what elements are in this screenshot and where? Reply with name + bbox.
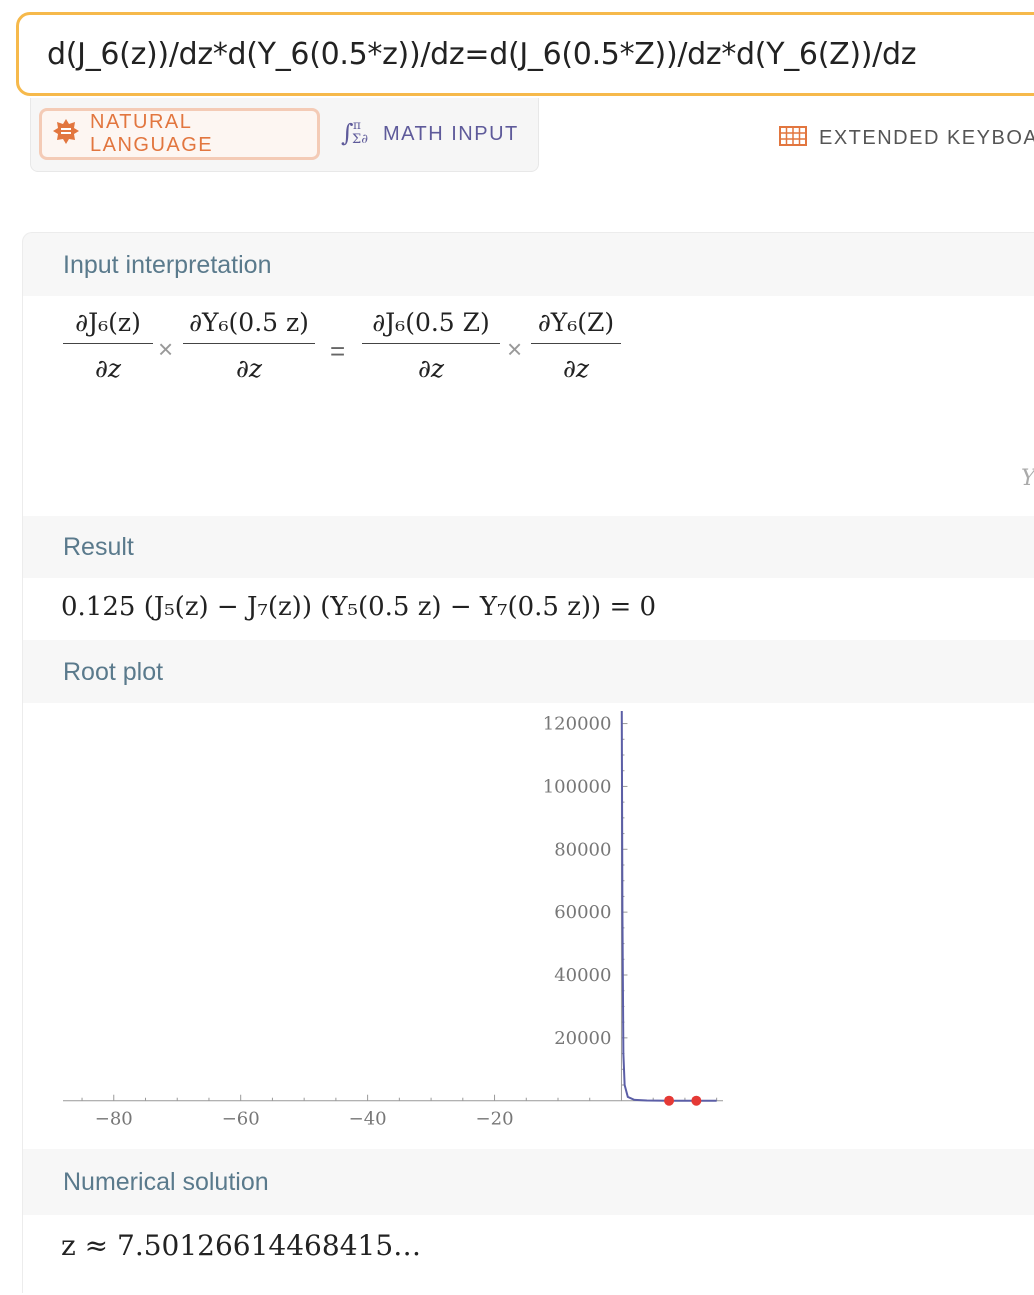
term-denominator: ∂z bbox=[235, 354, 263, 383]
y-tick-label: 100000 bbox=[543, 776, 612, 797]
y-tick-label: 20000 bbox=[554, 1028, 611, 1049]
term-numerator: ∂J₆(0.5 Z) bbox=[362, 308, 500, 344]
times-sign: × bbox=[158, 334, 174, 364]
pod-title-numerical-solution: Numerical solution bbox=[63, 1168, 269, 1196]
natural-language-label: NATURAL LANGUAGE bbox=[90, 111, 214, 156]
y-tick-label: 80000 bbox=[554, 839, 611, 860]
math-input-label: MATH INPUT bbox=[383, 122, 519, 145]
term-numerator: ∂J₆(z) bbox=[63, 308, 153, 344]
root-plot-chart: −80 −60 −40 −20 20000 40000 60000 80000 100000 12… bbox=[63, 710, 723, 1130]
pod-title-input-interpretation: Input interpretation bbox=[63, 251, 272, 279]
keyboard-icon bbox=[779, 126, 807, 151]
y-tick-label: 40000 bbox=[554, 965, 611, 986]
svg-text:Σ∂: Σ∂ bbox=[352, 132, 368, 147]
natural-language-button[interactable]: NATURAL LANGUAGE bbox=[39, 108, 320, 160]
term-denominator: ∂z bbox=[417, 354, 445, 383]
term-dY6-05z: ∂Y₆(0.5 z) ∂z bbox=[183, 308, 315, 383]
search-input[interactable]: d(J_6(z))/dz*d(Y_6(0.5*z))/dz=d(J_6(0.5*… bbox=[47, 37, 916, 72]
input-mode-bar: NATURAL LANGUAGE ∫ π Σ∂ MATH INPUT bbox=[30, 98, 539, 172]
term-numerator: ∂Y₆(0.5 z) bbox=[183, 308, 315, 344]
math-input-icon: ∫ π Σ∂ bbox=[341, 117, 375, 152]
x-tick-label: −40 bbox=[349, 1109, 387, 1130]
root-point bbox=[691, 1095, 702, 1106]
pod-numerical-solution: z ≈ 7.50126614468415… bbox=[23, 1215, 1034, 1295]
term-denominator: ∂z bbox=[94, 354, 122, 383]
results-panel: Input interpretation ∂J₆(z) ∂z × ∂Y₆(0.5… bbox=[22, 232, 1034, 1295]
pod-result: 0.125 (J₅(z) − J₇(z)) (Y₅(0.5 z) − Y₇(0.… bbox=[23, 578, 1034, 640]
numerical-solution-value: z ≈ 7.50126614468415… bbox=[61, 1229, 422, 1262]
math-input-button[interactable]: ∫ π Σ∂ MATH INPUT bbox=[341, 108, 519, 160]
term-dY6Z: ∂Y₆(Z) ∂z bbox=[531, 308, 621, 383]
result-expression: 0.125 (J₅(z) − J₇(z)) (Y₅(0.5 z) − Y₇(0.… bbox=[61, 592, 657, 622]
extended-keyboard-label: EXTENDED KEYBOAR bbox=[819, 127, 1034, 149]
x-tick-label: −60 bbox=[222, 1109, 260, 1130]
clipped-definition-note: Yₙ( bbox=[1021, 466, 1034, 491]
natural-language-icon bbox=[52, 118, 80, 151]
root-point bbox=[664, 1095, 675, 1106]
search-box[interactable]: d(J_6(z))/dz*d(Y_6(0.5*z))/dz=d(J_6(0.5*… bbox=[16, 12, 1034, 96]
pod-title-result: Result bbox=[63, 533, 134, 561]
x-tick-label: −80 bbox=[95, 1109, 133, 1130]
term-denominator: ∂z bbox=[562, 354, 590, 383]
pod-root-plot: −80 −60 −40 −20 20000 40000 60000 80000 100000 12… bbox=[23, 703, 1034, 1149]
y-tick-label: 60000 bbox=[554, 902, 611, 923]
term-dJ6z: ∂J₆(z) ∂z bbox=[63, 308, 153, 383]
term-numerator: ∂Y₆(Z) bbox=[531, 308, 621, 344]
equals-sign: = bbox=[330, 336, 346, 366]
pod-title-root-plot: Root plot bbox=[63, 658, 164, 686]
x-tick-label: −20 bbox=[476, 1109, 514, 1130]
series-line bbox=[620, 710, 717, 1102]
times-sign: × bbox=[507, 334, 523, 364]
svg-text:π: π bbox=[353, 118, 361, 132]
term-dJ6-05Z: ∂J₆(0.5 Z) ∂z bbox=[362, 308, 500, 383]
pod-input-interpretation: ∂J₆(z) ∂z × ∂Y₆(0.5 z) ∂z = ∂J₆(0.5 Z) ∂… bbox=[23, 296, 1034, 516]
y-tick-label: 120000 bbox=[543, 714, 612, 735]
extended-keyboard-button[interactable]: EXTENDED KEYBOAR bbox=[779, 126, 1034, 151]
